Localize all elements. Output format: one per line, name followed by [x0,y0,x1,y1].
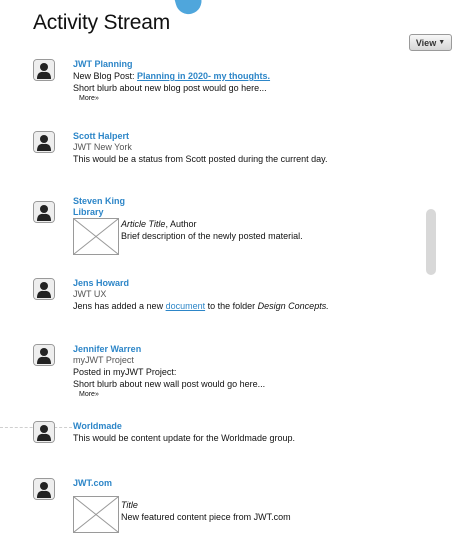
stream-item: Jennifer Warren myJWT Project Posted in … [33,344,453,404]
stream-item: JWT.com Title New featured content piece… [33,478,453,540]
item-article: Article Title, Author Brief description … [121,218,303,242]
more-label: More [79,95,95,102]
stream-item: Scott Halpert JWT New York This would be… [33,131,453,171]
post-type-label: New Blog Post: [73,71,138,81]
avatar-icon[interactable] [33,478,55,500]
avatar-icon[interactable] [33,421,55,443]
more-link[interactable]: More» [79,94,448,103]
scrollbar[interactable] [426,209,436,275]
view-label: View [415,37,437,48]
avatar-icon[interactable] [33,201,55,223]
chevron-down-icon: ▼ [438,39,446,46]
more-link[interactable]: More» [79,390,448,399]
avatar-icon[interactable] [33,131,55,153]
item-author-link[interactable]: Jens Howard [73,278,448,289]
document-link[interactable]: document [166,301,206,311]
item-author-link[interactable]: JWT.com [73,478,448,489]
featured-description: New featured content piece from JWT.com [121,512,291,522]
stream-item: Jens Howard JWT UX Jens has added a new … [33,278,453,318]
page-title: Activity Stream [33,11,171,34]
item-author-link[interactable]: JWT Planning [73,59,448,70]
article-author: , Author [165,219,197,229]
avatar-icon[interactable] [33,59,55,81]
item-text-pre: Jens has added a new [73,301,166,311]
item-text: Jens has added a new document to the fol… [73,300,448,312]
stream-item: JWT Planning New Blog Post: Planning in … [33,59,453,109]
chevron-down-icon: » [94,391,99,398]
item-location: JWT New York [73,142,132,152]
article-description: Brief description of the newly posted ma… [121,231,303,241]
item-project: myJWT Project [73,355,134,365]
item-location: JWT UX [73,289,107,299]
item-text: This would be a status from Scott posted… [73,154,328,164]
item-text: Posted in myJWT Project: [73,367,177,377]
item-author-link[interactable]: Steven King [73,196,448,207]
item-author-link[interactable]: Scott Halpert [73,131,448,142]
item-text: This would be content update for the Wor… [73,433,295,443]
item-group-link[interactable]: Library [73,207,448,218]
folder-name: Design Concepts. [257,301,329,311]
thumbnail-placeholder[interactable] [73,496,119,533]
chevron-down-icon: » [94,95,99,102]
avatar-icon[interactable] [33,344,55,366]
item-featured: Title New featured content piece from JW… [121,499,291,523]
article-title[interactable]: Article Title [121,219,165,229]
stream-item: Steven King Library Article Title, Autho… [33,196,453,256]
avatar-icon[interactable] [33,278,55,300]
blog-post-link[interactable]: Planning in 2020- my thoughts. [137,71,270,81]
view-dropdown-button[interactable]: View ▼ [409,34,452,51]
item-text-mid: to the folder [205,301,258,311]
item-author-link[interactable]: Jennifer Warren [73,344,448,355]
more-label: More [79,391,95,398]
chat-bubble-icon [173,0,205,17]
thumbnail-placeholder[interactable] [73,218,119,255]
stream-item: Worldmade This would be content update f… [33,421,453,451]
featured-title[interactable]: Title [121,500,138,510]
item-text: New Blog Post: Planning in 2020- my thou… [73,70,448,82]
item-author-link[interactable]: Worldmade [73,421,448,432]
item-blurb: Short blurb about new blog post would go… [73,83,267,93]
item-blurb: Short blurb about new wall post would go… [73,379,266,389]
